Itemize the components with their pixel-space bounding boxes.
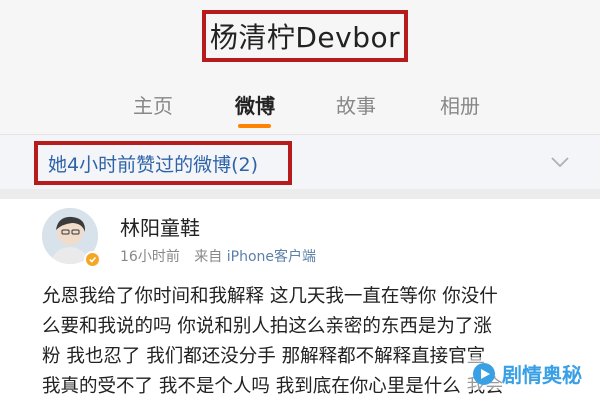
liked-posts-label: 她4小时前赞过的微博(2) xyxy=(48,153,259,176)
tab-weibo[interactable]: 微博 xyxy=(235,90,275,119)
liked-posts-highlight[interactable]: 她4小时前赞过的微博(2) xyxy=(34,141,292,185)
post-text-line: 允恩我给了你时间和我解释 这几天我一直在等你 你没什 xyxy=(42,286,498,307)
verified-badge-icon xyxy=(84,251,101,268)
tab-stories[interactable]: 故事 xyxy=(336,90,376,119)
tab-home[interactable]: 主页 xyxy=(133,90,173,119)
play-logo-icon xyxy=(473,362,495,385)
tab-album[interactable]: 相册 xyxy=(440,90,480,119)
screen: 杨清柠Devbor 主页 微博 故事 相册 她4小时前赞过的微博(2) 林阳童鞋… xyxy=(0,0,600,400)
post-source[interactable]: iPhone客户端 xyxy=(227,249,316,265)
active-tab-indicator xyxy=(238,124,271,128)
post-author-name[interactable]: 林阳童鞋 xyxy=(120,212,200,241)
watermark-text: 剧情奥秘 xyxy=(502,363,582,387)
profile-title: 杨清柠Devbor xyxy=(209,21,401,54)
profile-title-highlight: 杨清柠Devbor xyxy=(202,10,408,62)
post-text-line: 么要和我说的吗 你说和别人拍这么亲密的东西是为了涨 xyxy=(42,316,492,337)
post-meta: 16小时前 来自 iPhone客户端 xyxy=(120,246,316,266)
post-from-label: 来自 xyxy=(194,249,223,265)
post-time: 16小时前 xyxy=(120,249,180,265)
profile-tabs: 主页 微博 故事 相册 xyxy=(0,76,600,135)
section-divider xyxy=(0,189,600,199)
watermark: 剧情奥秘 xyxy=(466,357,588,390)
chevron-down-icon[interactable] xyxy=(550,152,570,172)
